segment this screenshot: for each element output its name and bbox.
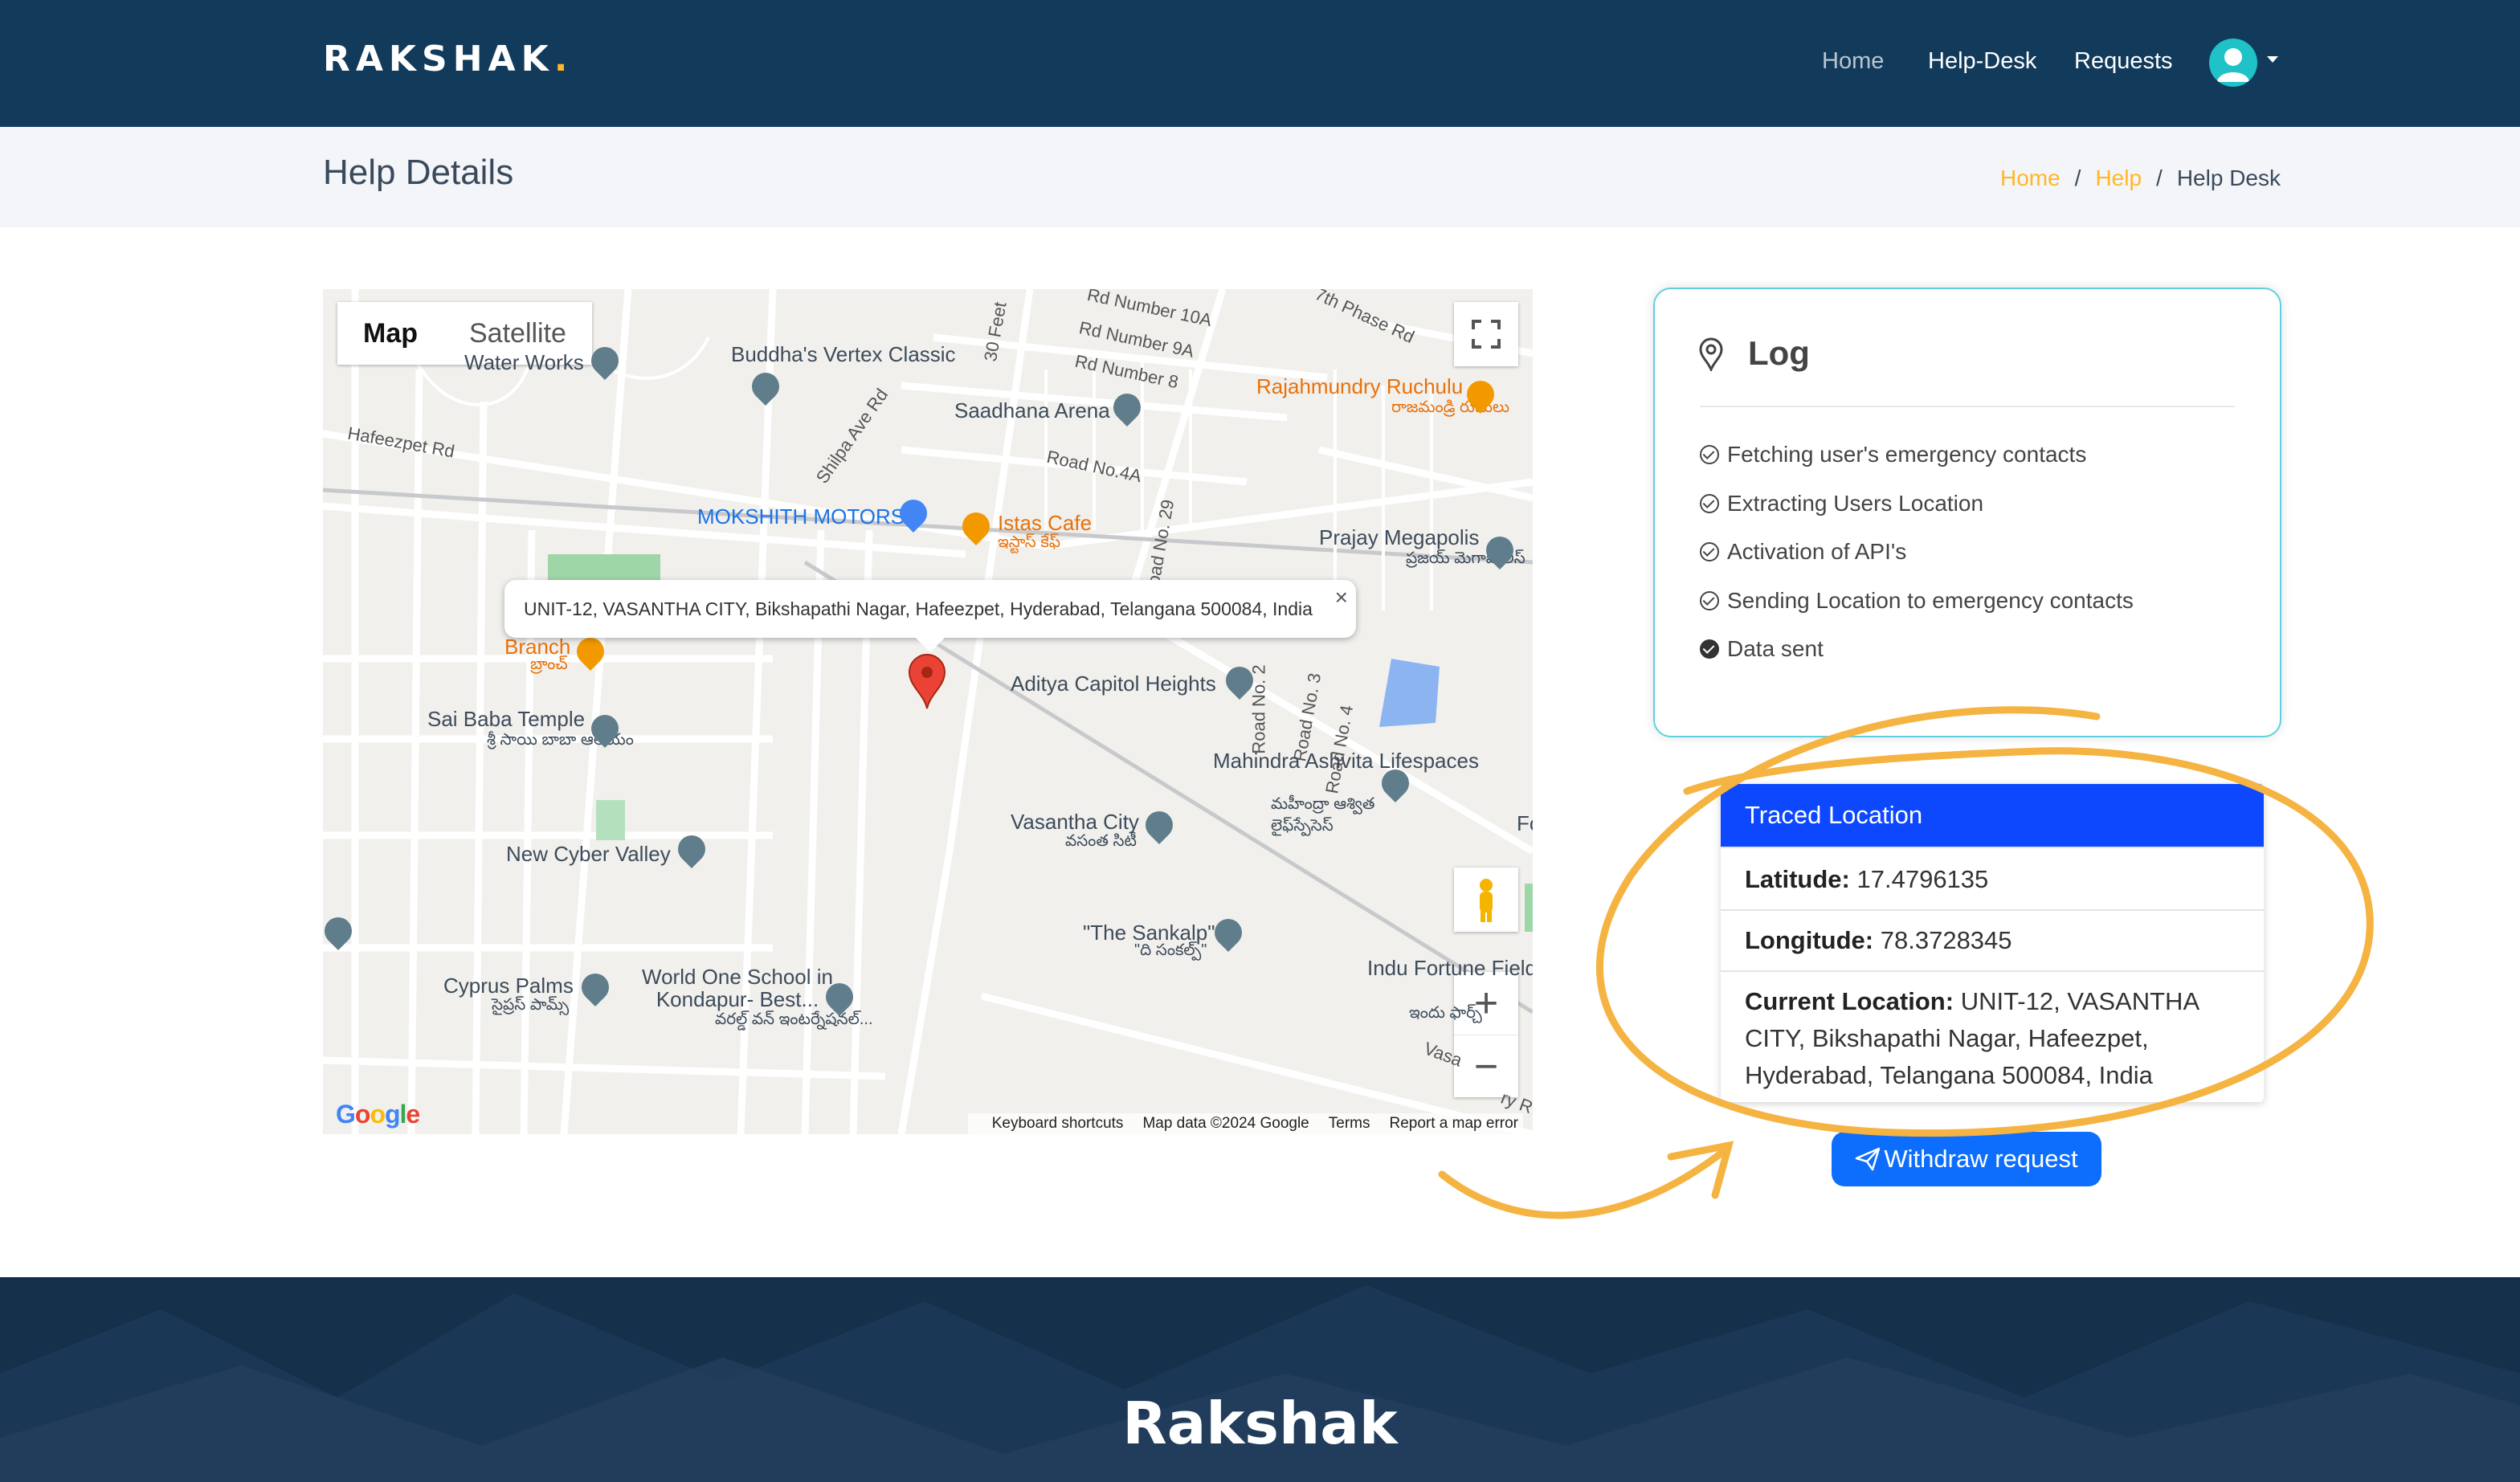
- withdraw-request-button[interactable]: Withdraw request: [1832, 1132, 2101, 1186]
- place-label: బ్రాంచ్: [530, 655, 568, 673]
- log-title: Log: [1748, 334, 1810, 372]
- place-label: Rajahmundry Ruchulu: [1256, 374, 1464, 398]
- breadcrumb-separator: /: [2156, 165, 2163, 190]
- place-label: వరల్డ్ వన్ ఇంటర్నేషనల్...: [715, 1010, 873, 1028]
- current-location-label: Current Location:: [1745, 987, 1954, 1015]
- check-circle-icon: [1700, 542, 1719, 561]
- breadcrumb-home[interactable]: Home: [2000, 165, 2061, 190]
- place-label: సైప్రస్ పామ్స్: [492, 996, 570, 1014]
- place-label: Mahindra Ashvita Lifespaces: [1213, 749, 1479, 773]
- check-circle-icon: [1700, 494, 1719, 513]
- check-circle-icon: [1700, 591, 1719, 610]
- place-label: Saadhana Arena: [954, 398, 1110, 423]
- place-label: Aditya Capitol Heights: [1011, 672, 1216, 696]
- place-label: World One School in Kondapur- Best...: [642, 965, 833, 1011]
- log-item: Sending Location to emergency contacts: [1700, 588, 2134, 614]
- keyboard-shortcuts-link[interactable]: Keyboard shortcuts: [992, 1115, 1124, 1132]
- log-item: Activation of API's: [1700, 539, 1906, 565]
- brand-logo[interactable]: RAKSHAK.: [323, 39, 573, 80]
- brand-logo-text: RAKSHAK: [323, 39, 554, 80]
- place-label: వసంత సిటీ: [1065, 832, 1137, 850]
- log-item-text: Extracting Users Location: [1727, 491, 1984, 516]
- google-map[interactable]: Map Satellite + − Hafeezpet Rd Shilpa Av…: [323, 289, 1533, 1134]
- longitude-value: 78.3728345: [1880, 926, 2012, 954]
- place-label: Sai Baba Temple: [427, 707, 586, 731]
- place-label: Prajay Megapolis: [1319, 525, 1480, 549]
- place-label: ఇస్టాస్ కేఫ్: [998, 533, 1061, 551]
- chevron-down-icon[interactable]: [2267, 56, 2278, 63]
- report-map-error-link[interactable]: Report a map error: [1389, 1115, 1518, 1132]
- info-window-address: UNIT-12, VASANTHA CITY, Bikshapathi Naga…: [524, 598, 1313, 619]
- terms-link[interactable]: Terms: [1329, 1115, 1370, 1132]
- check-circle-filled-icon: [1700, 639, 1719, 659]
- breadcrumb: Home / Help / Help Desk: [2000, 165, 2281, 191]
- current-location-row: Current Location: UNIT-12, VASANTHA CITY…: [1721, 970, 2264, 1094]
- withdraw-request-label: Withdraw request: [1884, 1145, 2078, 1173]
- google-logo: Google: [336, 1100, 420, 1129]
- map-info-window: UNIT-12, VASANTHA CITY, Bikshapathi Naga…: [504, 580, 1356, 652]
- place-label: Fo: [1517, 811, 1533, 835]
- zoom-control: + −: [1454, 972, 1518, 1097]
- longitude-label: Longitude:: [1745, 926, 1874, 954]
- place-label: Buddha's Vertex Classic: [731, 342, 956, 366]
- close-icon[interactable]: ×: [1335, 569, 1348, 627]
- latitude-value: 17.4796135: [1856, 865, 1989, 893]
- place-label: New Cyber Valley: [506, 842, 671, 866]
- place-label: ఇందు ఫార్చ్: [1409, 1004, 1482, 1022]
- breadcrumb-current: Help Desk: [2176, 165, 2281, 190]
- fullscreen-icon: [1472, 320, 1501, 349]
- street-view-pegman[interactable]: [1454, 868, 1518, 932]
- brand-logo-dot: .: [553, 39, 574, 80]
- log-item-text: Sending Location to emergency contacts: [1727, 588, 2134, 613]
- page-title: Help Details: [323, 153, 514, 192]
- location-pin-icon: [1699, 337, 1723, 371]
- log-item: Fetching user's emergency contacts: [1700, 442, 2086, 467]
- place-label: Indu Fortune Fields Garde: [1367, 956, 1533, 980]
- log-item: Extracting Users Location: [1700, 491, 1983, 516]
- log-card: Log Fetching user's emergency contacts E…: [1653, 288, 2281, 737]
- divider: [1700, 406, 2235, 407]
- location-marker-icon[interactable]: [908, 654, 946, 714]
- latitude-row: Latitude: 17.4796135: [1721, 847, 2264, 909]
- log-item-text: Data sent: [1727, 636, 1824, 661]
- nav-help-desk-link[interactable]: Help-Desk: [1928, 48, 2036, 75]
- map-type-map-button[interactable]: Map: [337, 302, 443, 365]
- place-label: "ది సంకల్ప్": [1134, 941, 1207, 959]
- footer: Rakshak: [0, 1277, 2520, 1482]
- traced-location-title: Traced Location: [1721, 784, 2264, 847]
- place-label: Istas Cafe: [998, 511, 1093, 535]
- place-label: Vasantha City: [1011, 810, 1139, 834]
- pegman-icon: [1480, 879, 1493, 922]
- place-label: Cyprus Palms: [443, 974, 574, 998]
- nav-requests-link[interactable]: Requests: [2074, 48, 2173, 75]
- check-circle-icon: [1700, 445, 1719, 464]
- place-label: Water Works: [464, 350, 584, 374]
- footer-title: Rakshak: [1122, 1390, 1398, 1457]
- top-navbar: RAKSHAK. Home Help-Desk Requests: [0, 0, 2520, 127]
- latitude-label: Latitude:: [1745, 865, 1850, 893]
- longitude-row: Longitude: 78.3728345: [1721, 909, 2264, 970]
- zoom-out-button[interactable]: −: [1454, 1035, 1518, 1097]
- user-avatar-icon[interactable]: [2209, 39, 2257, 87]
- place-label: MOKSHITH MOTORS: [697, 504, 905, 529]
- send-icon: [1856, 1147, 1881, 1171]
- log-item: Data sent: [1700, 636, 1824, 662]
- fullscreen-button[interactable]: [1454, 302, 1518, 366]
- nav-home-link[interactable]: Home: [1822, 48, 1884, 75]
- map-attribution: Keyboard shortcuts Map data ©2024 Google T…: [967, 1113, 1523, 1134]
- log-item-text: Fetching user's emergency contacts: [1727, 442, 2087, 467]
- breadcrumb-help[interactable]: Help: [2095, 165, 2142, 190]
- map-data-text: Map data ©2024 Google: [1142, 1115, 1309, 1132]
- log-item-text: Activation of API's: [1727, 539, 1907, 564]
- breadcrumb-separator: /: [2074, 165, 2081, 190]
- traced-location-card: Traced Location Latitude: 17.4796135 Lon…: [1721, 784, 2264, 1102]
- place-label: మహీంద్రా ఆశ్విత లైఫ్‌స్పేసెస్: [1271, 795, 1375, 835]
